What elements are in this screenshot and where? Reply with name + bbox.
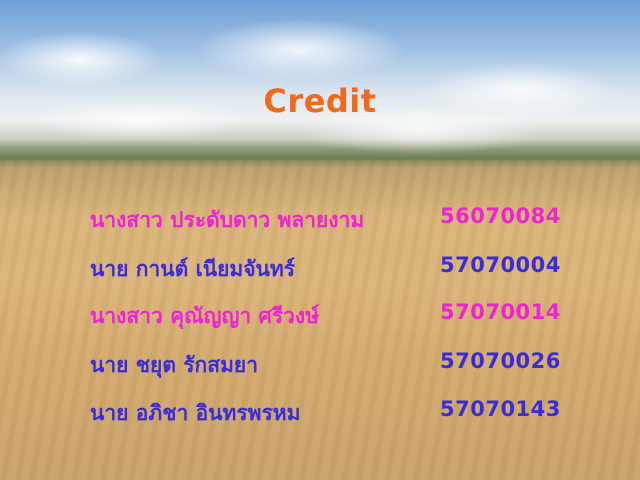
credit-row: นางสาว คุณัญญา ศรีวงษ์ 57070014 <box>0 296 640 330</box>
credit-name: นาย กานต์ เนียมจันทร์ <box>90 257 296 281</box>
page-title: Credit <box>263 82 377 120</box>
credit-id: 57070026 <box>440 349 561 373</box>
credit-name: นางสาว ประดับดาว พลายงาม <box>90 208 365 232</box>
credit-id: 57070143 <box>440 397 561 421</box>
credit-id: 57070004 <box>440 253 561 277</box>
credit-name: นางสาว คุณัญญา ศรีวงษ์ <box>90 304 320 328</box>
credit-row: นางสาว ประดับดาว พลายงาม 56070084 <box>0 200 640 234</box>
credit-row: นาย กานต์ เนียมจันทร์ 57070004 <box>0 249 640 283</box>
credit-name: นาย อภิชา อินทรพรหม <box>90 401 301 425</box>
credit-id: 57070014 <box>440 300 561 324</box>
credit-name: นาย ชยุต รักสมยา <box>90 353 259 377</box>
credit-row: นาย อภิชา อินทรพรหม 57070143 <box>0 393 640 427</box>
credit-row: นาย ชยุต รักสมยา 57070026 <box>0 345 640 379</box>
credit-id: 56070084 <box>440 204 561 228</box>
